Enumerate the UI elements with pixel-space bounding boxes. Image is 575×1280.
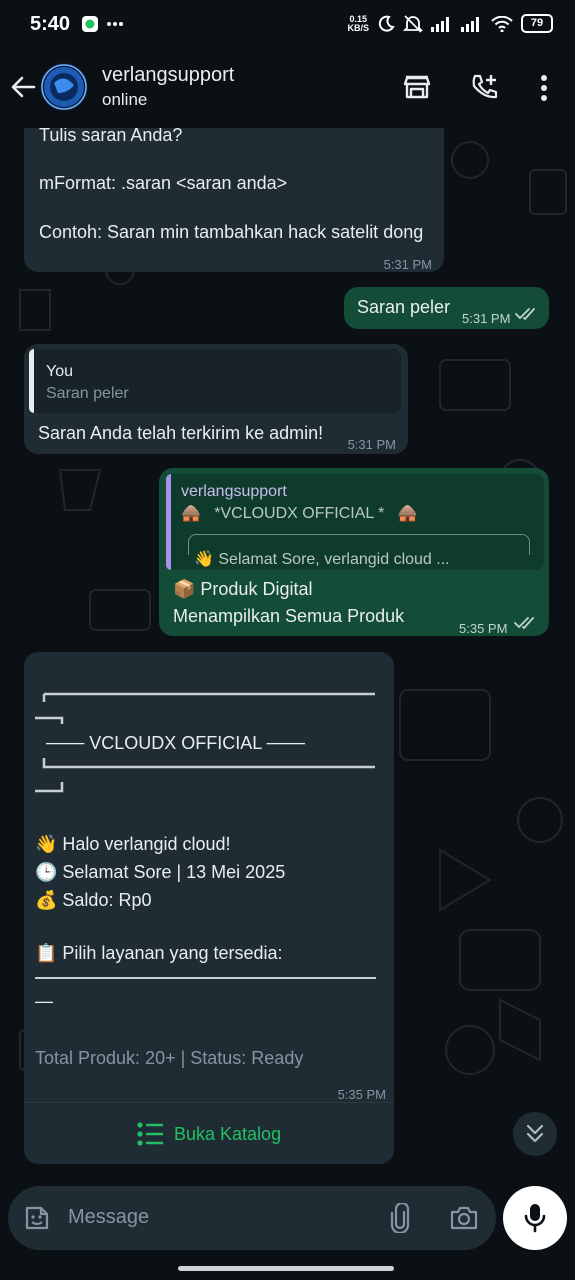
- open-catalog-button[interactable]: Buka Katalog: [24, 1103, 394, 1163]
- outgoing-message[interactable]: Saran peler 5:31 PM: [344, 287, 549, 329]
- muted-alarm-icon: [403, 14, 423, 33]
- read-ticks-icon: [514, 617, 534, 630]
- message-time: 5:35 PM: [459, 621, 508, 636]
- quote-bar: [166, 474, 171, 570]
- double-chevron-down-icon: [526, 1124, 544, 1143]
- dash-line: —: [35, 991, 53, 1011]
- contact-status: online: [102, 90, 148, 109]
- greeting-line: 👋 Halo verlangid cloud!: [35, 834, 231, 854]
- prompt-line: 📋 Pilih layanan yang tersedia:: [35, 943, 283, 963]
- contact-avatar[interactable]: [40, 63, 88, 111]
- message-line: 📦 Produk Digital: [173, 579, 313, 599]
- avatar-globe-icon: [41, 64, 87, 110]
- attach-icon[interactable]: [388, 1203, 412, 1233]
- signal-icon: [431, 16, 449, 32]
- signal-icon-2: [461, 16, 479, 32]
- camera-icon[interactable]: [449, 1205, 479, 1231]
- message-input-bar: Message: [8, 1186, 496, 1250]
- status-time: 5:40: [30, 13, 71, 35]
- message-input[interactable]: Message: [68, 1206, 149, 1229]
- back-arrow-icon[interactable]: [10, 74, 36, 100]
- quote-author: verlangsupport: [181, 483, 287, 500]
- outgoing-message[interactable]: verlangsupport 🛖 *VCLOUDX OFFICIAL * 🛖 👋…: [159, 468, 549, 636]
- quote-text: Saran peler: [46, 385, 129, 402]
- do-not-disturb-moon-icon: [378, 15, 395, 32]
- quote-bar: [29, 349, 34, 413]
- notification-app-icon: [82, 16, 98, 32]
- more-vertical-icon[interactable]: [532, 74, 556, 102]
- separator-line: [35, 977, 376, 979]
- net-speed: 0.15 KB/S: [347, 13, 369, 33]
- microphone-icon: [524, 1204, 546, 1233]
- message-line: Contoh: Saran min tambahkan hack satelit…: [39, 222, 424, 242]
- incoming-menu-message[interactable]: ─── VCLOUDX OFFICIAL ─── 👋 Halo verlangi…: [24, 652, 394, 1164]
- gesture-navigation-bar[interactable]: [178, 1266, 394, 1271]
- list-icon: [137, 1122, 163, 1146]
- incoming-message[interactable]: You Saran peler Saran Anda telah terkiri…: [24, 344, 408, 454]
- message-line: Menampilkan Semua Produk: [173, 606, 405, 626]
- quote-line: 👋 Selamat Sore, verlangid cloud ...: [194, 551, 450, 568]
- date-line: 🕒 Selamat Sore | 13 Mei 2025: [35, 862, 286, 882]
- quote-line: 🛖 *VCLOUDX OFFICIAL * 🛖: [181, 505, 418, 522]
- message-time: 5:31 PM: [347, 437, 396, 452]
- voice-message-button[interactable]: [503, 1186, 567, 1250]
- menu-title: ─── VCLOUDX OFFICIAL ───: [46, 733, 305, 753]
- quoted-message[interactable]: verlangsupport 🛖 *VCLOUDX OFFICIAL * 🛖 👋…: [166, 474, 544, 570]
- status-bar: 5:40 0.15 KB/S 79: [0, 0, 575, 50]
- read-ticks-icon: [515, 308, 535, 321]
- wifi-icon: [491, 15, 513, 32]
- store-icon[interactable]: [402, 72, 432, 102]
- message-text: Saran Anda telah terkirim ke admin!: [38, 423, 324, 443]
- balance-line: 💰 Saldo: Rp0: [35, 890, 152, 910]
- open-catalog-label: Buka Katalog: [174, 1124, 282, 1144]
- message-text: Saran peler: [357, 297, 451, 317]
- message-time: 5:31 PM: [462, 311, 511, 326]
- contact-name[interactable]: verlangsupport: [102, 64, 234, 87]
- battery-level: 79: [521, 14, 553, 33]
- quoted-message[interactable]: You Saran peler: [29, 349, 401, 413]
- footer-line: Total Produk: 20+ | Status: Ready: [35, 1048, 304, 1068]
- sticker-icon[interactable]: [23, 1204, 51, 1232]
- message-line: mFormat: .saran <saran anda>: [39, 173, 288, 193]
- scroll-to-bottom-button[interactable]: [513, 1112, 557, 1156]
- message-time: 5:31 PM: [383, 257, 432, 272]
- more-notifications-icon: [107, 22, 123, 26]
- chat-header: verlangsupport online: [0, 50, 575, 128]
- quote-author: You: [46, 363, 73, 380]
- add-call-icon[interactable]: [470, 72, 500, 102]
